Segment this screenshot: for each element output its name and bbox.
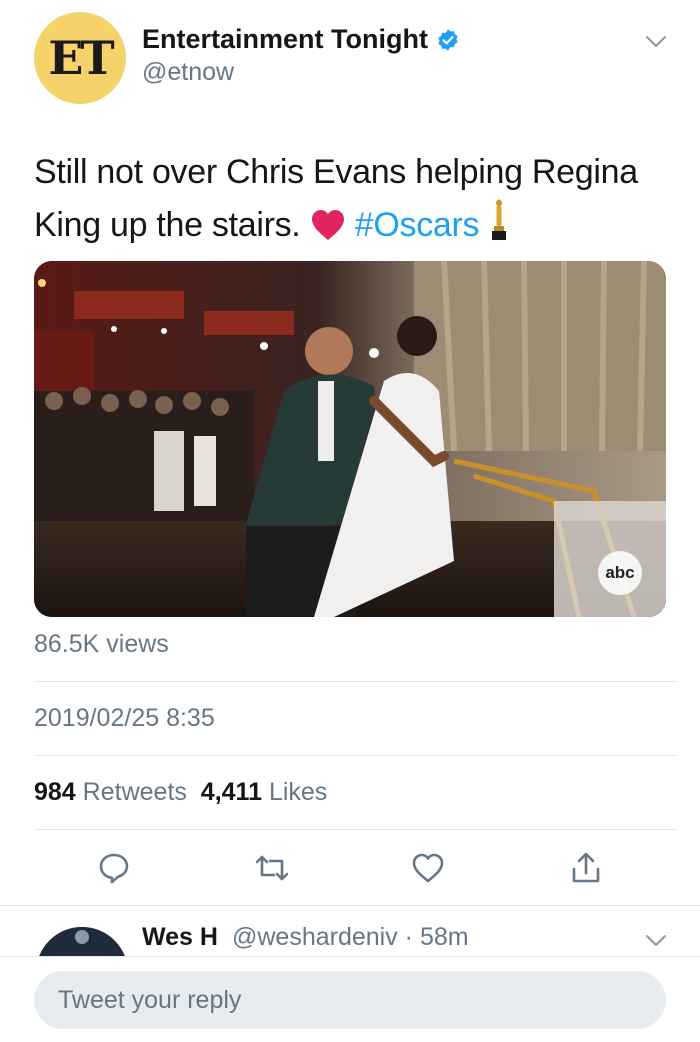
author-avatar[interactable]: ET <box>34 12 126 104</box>
retweets-count: 984 <box>34 778 76 806</box>
retweets-label: Retweets <box>82 778 187 806</box>
reply-author-meta[interactable]: @weshardeniv · 58m <box>232 923 469 952</box>
retweets-stat[interactable]: 984 Retweets <box>34 778 187 806</box>
video-frame <box>34 261 666 617</box>
view-count: 86.5K views <box>34 630 169 658</box>
author-display-name[interactable]: Entertainment Tonight <box>142 24 428 55</box>
divider <box>34 755 678 756</box>
reply-avatar-image <box>36 927 128 957</box>
verified-badge-icon <box>438 29 458 50</box>
reply-author-name[interactable]: Wes H <box>142 923 218 952</box>
heart-emoji-icon <box>311 210 344 240</box>
like-button[interactable] <box>408 848 448 888</box>
tweet-header: ET Entertainment Tonight @etnow <box>0 0 700 120</box>
reply-icon <box>99 853 129 884</box>
hashtag-link[interactable]: #Oscars <box>355 206 480 244</box>
reply-composer-bar <box>0 956 700 1042</box>
author-handle[interactable]: @etnow <box>142 58 234 87</box>
tweet-stats: 984 Retweets 4,411 Likes <box>34 778 327 807</box>
tweet-text: Still not over Chris Evans helping Regin… <box>34 146 674 251</box>
avatar-logo-text: ET <box>48 31 114 85</box>
reply-author-avatar[interactable] <box>36 927 128 957</box>
reply-tweet-preview[interactable]: Wes H @weshardeniv · 58m <box>0 905 700 957</box>
divider <box>34 829 678 830</box>
tweet-action-bar <box>0 844 700 894</box>
reply-input[interactable] <box>34 971 666 1029</box>
oscar-statuette-icon <box>492 199 507 240</box>
tweet-timestamp: 2019/02/25 8:35 <box>34 704 215 732</box>
author-name-row[interactable]: Entertainment Tonight <box>142 24 460 55</box>
chevron-down-icon[interactable] <box>644 32 668 50</box>
likes-count: 4,411 <box>200 778 262 806</box>
likes-label: Likes <box>268 778 328 806</box>
divider <box>34 681 678 682</box>
retweet-icon <box>255 855 289 881</box>
abc-watermark-logo: abc <box>598 551 642 595</box>
share-icon <box>572 852 600 883</box>
likes-stat[interactable]: 4,411 Likes <box>201 778 328 806</box>
reply-button[interactable] <box>94 848 134 888</box>
like-icon <box>412 853 444 883</box>
share-button[interactable] <box>566 848 606 888</box>
chevron-down-icon[interactable] <box>644 931 668 949</box>
retweet-button[interactable] <box>252 848 292 888</box>
tweet-media-video[interactable]: abc <box>34 261 666 617</box>
